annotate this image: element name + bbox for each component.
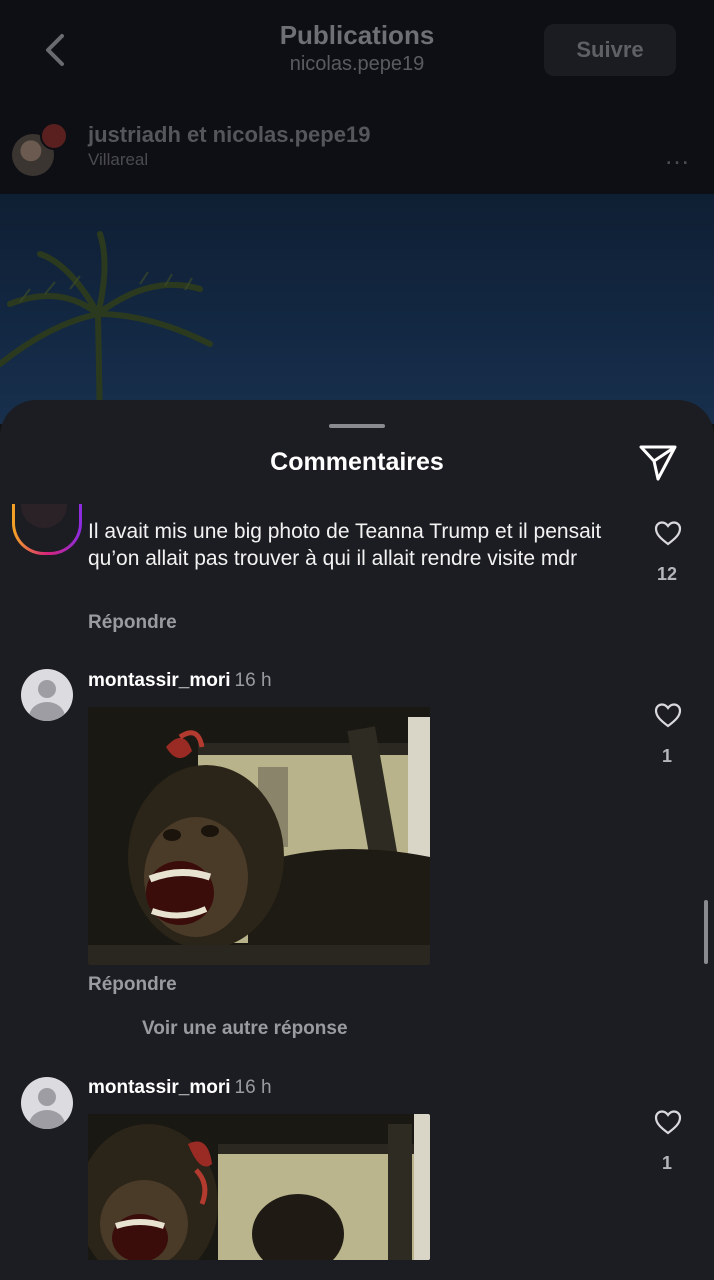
- top-bar: Publications nicolas.pepe19 Suivre: [0, 0, 714, 110]
- username[interactable]: montassir_mori: [88, 670, 231, 691]
- comment-time: 16 h: [234, 1077, 272, 1098]
- like-count: 1: [661, 1153, 672, 1173]
- username[interactable]: montassir_mori: [88, 1077, 231, 1098]
- like-count: 1: [661, 746, 672, 766]
- heart-icon[interactable]: [654, 702, 682, 728]
- scrollbar[interactable]: [704, 900, 708, 964]
- default-avatar-icon[interactable]: [21, 669, 73, 721]
- view-more-replies-button[interactable]: Voir une autre réponse: [142, 1018, 348, 1040]
- post-location[interactable]: Villareal: [88, 150, 148, 170]
- reply-button[interactable]: Répondre: [88, 974, 177, 996]
- comment-gif[interactable]: [88, 1114, 430, 1260]
- post-author-row: justriadh et nicolas.pepe19 Villareal …: [0, 110, 714, 194]
- gif-image: [88, 707, 430, 965]
- post-image: [0, 194, 714, 424]
- sheet-title: Commentaires: [270, 448, 444, 476]
- comment-avatar[interactable]: [12, 504, 82, 555]
- heart-icon[interactable]: [654, 520, 682, 546]
- comment-gif[interactable]: [88, 707, 430, 965]
- coauthor-avatar[interactable]: [40, 122, 68, 150]
- reply-button[interactable]: Répondre: [88, 612, 177, 634]
- avatar-image: [21, 504, 67, 528]
- comment-text: Il avait mis une big photo de Teanna Tru…: [88, 520, 602, 570]
- send-icon[interactable]: [638, 444, 678, 482]
- follow-button[interactable]: Suivre: [544, 24, 676, 76]
- author-names[interactable]: justriadh et nicolas.pepe19: [88, 122, 370, 148]
- heart-icon[interactable]: [654, 1109, 682, 1135]
- comment-username[interactable]: montassir_mori 16 h: [88, 670, 272, 692]
- palm-tree-illustration: [0, 231, 213, 424]
- like-count: 12: [656, 564, 678, 584]
- more-icon[interactable]: …: [664, 140, 692, 171]
- sheet-drag-handle[interactable]: [329, 424, 385, 428]
- comments-sheet: Commentaires Il avait mis une big photo …: [0, 400, 714, 1280]
- comment-time: 16 h: [234, 670, 272, 691]
- comment-username[interactable]: montassir_mori 16 h: [88, 1077, 272, 1099]
- gif-image: [88, 1114, 430, 1260]
- default-avatar-icon[interactable]: [21, 1077, 73, 1129]
